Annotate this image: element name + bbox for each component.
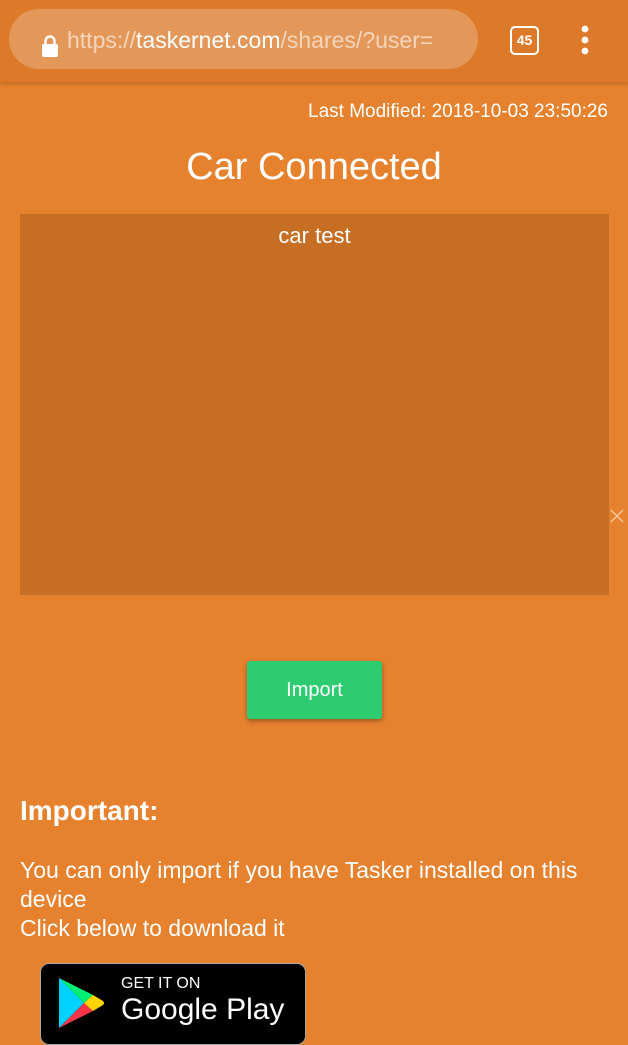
lock-icon bbox=[42, 35, 58, 57]
more-vert-icon[interactable] bbox=[576, 24, 594, 56]
info-line-requirement: You can only import if you have Tasker i… bbox=[20, 857, 578, 912]
description-text: car test bbox=[278, 223, 351, 248]
badge-caption: GET IT ON bbox=[121, 975, 201, 992]
browser-toolbar: https://taskernet.com/shares/?user= 45 bbox=[0, 0, 628, 82]
url-host: taskernet.com bbox=[136, 27, 281, 53]
description-panel: car test bbox=[20, 214, 609, 595]
url-scheme: https:// bbox=[67, 27, 137, 53]
close-icon[interactable] bbox=[610, 509, 624, 523]
address-bar[interactable]: https://taskernet.com/shares/?user= bbox=[9, 9, 478, 69]
last-modified-text: Last Modified: 2018-10-03 23:50:26 bbox=[308, 101, 608, 122]
badge-store-name: Google Play bbox=[121, 993, 285, 1026]
install-info: You can only import if you have Tasker i… bbox=[20, 856, 600, 943]
import-button[interactable]: Import bbox=[247, 661, 382, 719]
google-play-badge[interactable]: GET IT ON Google Play bbox=[40, 963, 306, 1045]
google-play-icon bbox=[59, 978, 104, 1028]
tab-switcher-button[interactable]: 45 bbox=[510, 26, 539, 55]
important-heading: Important: bbox=[20, 795, 159, 826]
info-line-download: Click below to download it bbox=[20, 915, 285, 941]
url-text[interactable]: https://taskernet.com/shares/?user= bbox=[67, 26, 467, 54]
page-title: Car Connected bbox=[186, 146, 442, 188]
url-path: /shares/?user= bbox=[280, 27, 434, 53]
